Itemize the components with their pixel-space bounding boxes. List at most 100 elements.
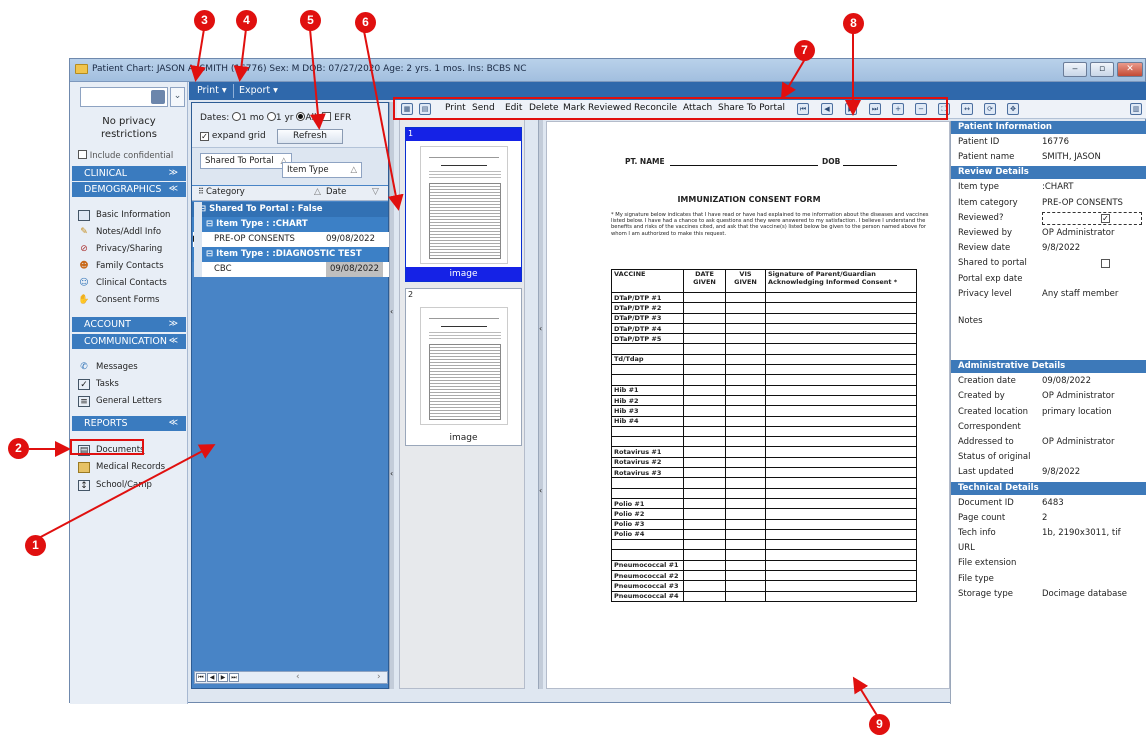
property-value[interactable]: OP Administrator	[1042, 226, 1114, 241]
splitter-handle[interactable]: ‹ ‹	[538, 119, 543, 689]
property-key: Reviewed by	[958, 228, 1013, 238]
vaccine-cell	[725, 467, 766, 479]
nav-tasks[interactable]: ✓ Tasks	[70, 376, 188, 393]
table-row[interactable]: CBC 09/08/2022	[202, 262, 390, 277]
section-account[interactable]: ACCOUNT ≫	[72, 317, 186, 332]
section-communication[interactable]: COMMUNICATION ≪	[72, 334, 186, 349]
minimize-button[interactable]: ‒	[1063, 62, 1087, 77]
move-icon[interactable]: ✥	[1007, 103, 1019, 115]
collapse-left-icon[interactable]: ‹	[390, 469, 393, 478]
nav-basic-information[interactable]: Basic Information	[70, 207, 188, 224]
collapse-left-icon[interactable]: ‹	[539, 486, 542, 495]
property-value[interactable]: 2	[1042, 511, 1047, 526]
radio-all[interactable]	[296, 112, 306, 121]
property-section-header[interactable]: Administrative Details	[951, 360, 1146, 374]
grid-pager: ⏮ ◀ ▶ ⏭ ‹ ›	[194, 671, 388, 684]
property-key: Created by	[958, 391, 1005, 402]
group-row-shared[interactable]: ⊟ Shared To Portal : False	[192, 202, 388, 217]
radio-1yr[interactable]	[266, 112, 276, 121]
rotate-icon[interactable]: ⟳	[984, 103, 996, 115]
thumbnail-page-2[interactable]: 2 image	[405, 288, 522, 446]
nav-general-letters[interactable]: ≡ General Letters	[70, 393, 188, 410]
title-bar[interactable]: Patient Chart: JASON A. SMITH (16776) Se…	[70, 59, 1145, 82]
vaccine-name: DTaP/DTP #2	[611, 302, 684, 314]
nav-notes[interactable]: ✎ Notes/Addl Info	[70, 224, 188, 241]
patient-chart-window: Patient Chart: JASON A. SMITH (16776) Se…	[69, 58, 1146, 704]
section-clinical[interactable]: CLINICAL ≫	[72, 166, 186, 181]
group-chip-item-type[interactable]: Item Type △	[282, 162, 362, 178]
document-viewer[interactable]: PT. NAME DOB IMMUNIZATION CONSENT FORM *…	[546, 121, 950, 689]
reviewed-checkbox[interactable]: ✓	[1101, 213, 1110, 223]
dob-line	[843, 165, 897, 166]
property-value[interactable]: 6483	[1042, 496, 1064, 511]
collapse-icon[interactable]: ⊟	[206, 249, 216, 259]
nav-messages[interactable]: ✆ Messages	[70, 359, 188, 376]
expand-grid-checkbox[interactable]: ✓	[200, 132, 209, 141]
properties-panel-icon[interactable]: ▥	[1130, 103, 1142, 115]
efr-checkbox[interactable]	[322, 112, 332, 121]
section-demographics[interactable]: DEMOGRAPHICS ≪	[72, 182, 186, 197]
group-row-chart[interactable]: ⊟ Item Type : :CHART	[192, 217, 388, 232]
group-chip-shared-to-portal[interactable]: Shared To Portal △	[200, 153, 292, 169]
shared-to-portal-checkbox[interactable]	[1101, 259, 1110, 269]
scroll-left-icon[interactable]: ‹	[296, 672, 300, 682]
nav-family-contacts[interactable]: ☻ Family Contacts	[70, 258, 188, 275]
property-value[interactable]: OP Administrator	[1042, 435, 1114, 450]
column-chooser-icon[interactable]: ⠿	[198, 187, 204, 196]
property-key: Shared to portal	[958, 258, 1027, 269]
property-section-header[interactable]: Review Details	[951, 166, 1146, 180]
last-page-icon[interactable]: ⏭	[229, 673, 239, 682]
group-row-diagnostic[interactable]: ⊟ Item Type : :DIAGNOSTIC TEST	[192, 247, 388, 262]
property-value[interactable]: :CHART	[1042, 180, 1074, 195]
property-value[interactable]: 9/8/2022	[1042, 241, 1080, 256]
property-value[interactable]: primary location	[1042, 405, 1112, 420]
nav-privacy-sharing[interactable]: ⊘ Privacy/Sharing	[70, 241, 188, 258]
include-confidential-checkbox[interactable]	[78, 150, 87, 159]
collapse-left-icon[interactable]: ‹	[539, 324, 542, 333]
prev-page-icon[interactable]: ◀	[207, 673, 217, 682]
property-value[interactable]	[1042, 211, 1142, 225]
print-menu[interactable]: Print ▾	[197, 85, 227, 96]
vaccine-row: Hib #1	[611, 384, 917, 396]
collapse-left-icon[interactable]: ‹	[390, 307, 393, 316]
property-key: Privacy level	[958, 288, 1012, 299]
property-value[interactable]: SMITH, JASON	[1042, 150, 1101, 165]
refresh-button[interactable]: Refresh	[277, 129, 343, 144]
fit-width-icon[interactable]: ↔	[961, 103, 973, 115]
vaccine-cell	[725, 405, 766, 417]
radio-1mo[interactable]	[232, 112, 242, 121]
export-menu[interactable]: Export ▾	[239, 85, 278, 96]
nav-medical-records[interactable]: Medical Records	[70, 459, 188, 476]
property-value[interactable]: Docimage database	[1042, 587, 1127, 602]
thumbnail-page-1[interactable]: 1 image	[405, 127, 522, 282]
nav-school-camp[interactable]: ↕ School/Camp	[70, 477, 188, 494]
table-row[interactable]: ▶ PRE-OP CONSENTS 09/08/2022	[193, 232, 390, 247]
property-value[interactable]: PRE-OP CONSENTS	[1042, 196, 1123, 211]
close-button[interactable]: ✕	[1117, 62, 1143, 77]
nav-label: Basic Information	[96, 210, 171, 220]
first-page-icon[interactable]: ⏮	[196, 673, 206, 682]
expand-grid[interactable]: ✓ expand grid	[200, 131, 266, 141]
col-date-header[interactable]: Date	[326, 187, 346, 197]
property-value[interactable]: Any staff member	[1042, 287, 1118, 302]
property-value[interactable]: 09/08/2022	[1042, 374, 1091, 389]
include-confidential[interactable]: Include confidential	[78, 150, 173, 161]
collapse-icon[interactable]: ⊟	[206, 219, 216, 229]
splitter-handle[interactable]: ‹ ‹	[389, 102, 394, 689]
nav-consent-forms[interactable]: ✋ Consent Forms	[70, 292, 188, 309]
col-category-header[interactable]: Category	[206, 187, 245, 197]
next-page-icon[interactable]: ▶	[218, 673, 228, 682]
patient-dropdown-chevron-icon[interactable]: ⌄	[170, 87, 185, 107]
property-value[interactable]: 16776	[1042, 135, 1069, 150]
property-section-header[interactable]: Patient Information	[951, 121, 1146, 134]
property-section-header[interactable]: Technical Details	[951, 481, 1146, 495]
nav-clinical-contacts[interactable]: ☺ Clinical Contacts	[70, 275, 188, 292]
filter-icon[interactable]: ▽	[372, 187, 379, 197]
property-value[interactable]: 9/8/2022	[1042, 465, 1080, 480]
maximize-button[interactable]: ▫	[1090, 62, 1114, 77]
section-reports[interactable]: REPORTS ≪	[72, 416, 186, 431]
property-value[interactable]: 1b, 2190x3011, tif	[1042, 526, 1121, 541]
property-value[interactable]: OP Administrator	[1042, 389, 1114, 404]
scroll-right-icon[interactable]: ›	[377, 672, 381, 682]
patient-selector[interactable]	[80, 87, 168, 107]
